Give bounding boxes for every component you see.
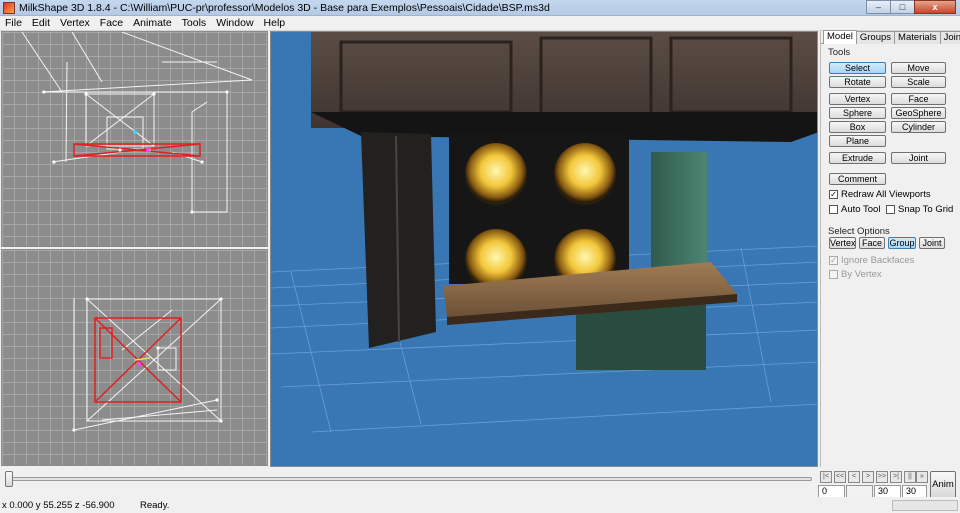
menu-edit[interactable]: Edit (27, 17, 55, 29)
plane-button[interactable]: Plane (829, 135, 886, 147)
cylinder-button[interactable]: Cylinder (891, 121, 946, 133)
box-button[interactable]: Box (829, 121, 886, 133)
maximize-button[interactable]: □ (890, 0, 915, 14)
move-button[interactable]: Move (891, 62, 946, 74)
top-view-wireframe (72, 297, 223, 432)
extrude-button[interactable]: Extrude (829, 152, 886, 164)
checkbox-box (886, 205, 895, 214)
rotate-button[interactable]: Rotate (829, 76, 886, 88)
menu-help[interactable]: Help (259, 17, 291, 29)
checkbox-box (829, 205, 838, 214)
tab-groups[interactable]: Groups (855, 31, 896, 44)
by-vertex-checkbox[interactable]: By Vertex (829, 269, 882, 280)
snap-label: Snap To Grid (898, 204, 954, 215)
viewport-front[interactable] (1, 31, 268, 247)
panel-tabs: Model Groups Materials Joints (821, 30, 960, 44)
window-title: MilkShape 3D 1.8.4 - C:\William\PUC-pr\p… (19, 1, 550, 14)
snap-to-grid-checkbox[interactable]: Snap To Grid (886, 204, 953, 215)
select-vertex-button[interactable]: Vertex (829, 237, 856, 249)
timeline-track[interactable] (6, 477, 812, 481)
ignore-backfaces-label: Ignore Backfaces (841, 255, 915, 266)
menu-face[interactable]: Face (95, 17, 128, 29)
checkbox-box: ✓ (829, 256, 838, 265)
select-face-button[interactable]: Face (859, 237, 885, 249)
select-button[interactable]: Select (829, 62, 886, 74)
ignore-backfaces-checkbox[interactable]: ✓ Ignore Backfaces (829, 255, 914, 266)
tools-label: Tools (828, 47, 851, 58)
menu-window[interactable]: Window (211, 17, 258, 29)
tool-panel: Model Groups Materials Joints Tools Sele… (820, 30, 960, 467)
menu-vertex[interactable]: Vertex (55, 17, 95, 29)
app-icon (3, 1, 15, 14)
face-button[interactable]: Face (891, 93, 946, 105)
redraw-all-viewports-checkbox[interactable]: ✓ Redraw All Viewports (829, 189, 931, 200)
tab-model[interactable]: Model (823, 30, 857, 44)
select-joint-button[interactable]: Joint (919, 237, 945, 249)
title-bar: MilkShape 3D 1.8.4 - C:\William\PUC-pr\p… (0, 0, 960, 16)
first-frame-button[interactable]: |< (820, 471, 832, 483)
checkbox-box (829, 270, 838, 279)
select-options-label: Select Options (828, 226, 890, 237)
last-frame-button[interactable]: >| (890, 471, 902, 483)
prev-frame-button[interactable]: < (848, 471, 860, 483)
minimize-button[interactable]: – (866, 0, 891, 14)
vertex-button[interactable]: Vertex (829, 93, 886, 105)
coordinates-readout: x 0.000 y 55.255 z -56.900 (2, 499, 115, 511)
tab-materials[interactable]: Materials (894, 31, 941, 44)
timeline-slider-thumb[interactable] (5, 471, 13, 487)
prev-key-button[interactable]: << (834, 471, 846, 483)
status-bar: x 0.000 y 55.255 z -56.900 Ready. (0, 497, 960, 513)
next-key-button[interactable]: >> (876, 471, 888, 483)
front-view-wireframe (21, 32, 253, 214)
status-message: Ready. (140, 499, 170, 511)
sphere-button[interactable]: Sphere (829, 107, 886, 119)
auto-tool-label: Auto Tool (841, 204, 881, 215)
menu-tools[interactable]: Tools (177, 17, 212, 29)
window-controls: – □ x (866, 0, 956, 15)
viewport-3d[interactable] (270, 31, 818, 467)
joint-button[interactable]: Joint (891, 152, 946, 164)
scale-button[interactable]: Scale (891, 76, 946, 88)
tab-joints[interactable]: Joints (939, 31, 960, 44)
menu-animate[interactable]: Animate (128, 17, 177, 29)
select-group-button[interactable]: Group (888, 237, 916, 249)
menu-file[interactable]: File (0, 17, 27, 29)
play-button[interactable]: > (862, 471, 874, 483)
3d-scene (271, 32, 817, 433)
forward-button[interactable]: » (916, 471, 928, 483)
anim-button[interactable]: Anim (930, 471, 956, 499)
by-vertex-label: By Vertex (841, 269, 882, 280)
redraw-label: Redraw All Viewports (841, 189, 931, 200)
pause-button[interactable]: || (904, 471, 916, 483)
menu-bar: File Edit Vertex Face Animate Tools Wind… (0, 16, 960, 31)
auto-tool-checkbox[interactable]: Auto Tool (829, 204, 880, 215)
timeline (0, 468, 818, 494)
status-grip (892, 500, 958, 511)
close-button[interactable]: x (914, 0, 956, 14)
viewport-top[interactable] (1, 249, 268, 466)
checkbox-box: ✓ (829, 190, 838, 199)
geosphere-button[interactable]: GeoSphere (891, 107, 946, 119)
comment-button[interactable]: Comment (829, 173, 886, 185)
